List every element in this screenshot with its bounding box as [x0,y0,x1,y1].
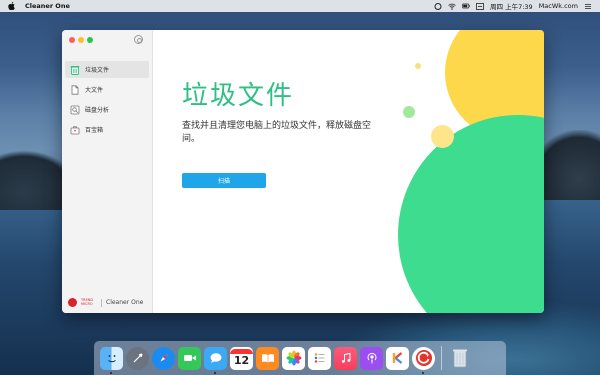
running-indicator [214,371,216,374]
facetime-icon[interactable] [178,346,201,370]
calendar-icon[interactable]: 12 [230,346,253,370]
running-indicator [110,371,112,374]
product-name: Cleaner One [106,299,144,306]
active-app-name[interactable]: Cleaner One [25,2,70,10]
sidebar-item-toolbox[interactable]: 百宝箱 [65,121,149,138]
sidebar-footer: TREND MICRO Cleaner One [68,298,143,307]
cleaner-one-window: 垃圾文件 大文件 磁盘分析 百宝箱 TREND MICRO Cleaner On… [62,30,544,313]
main-panel: 垃圾文件 查找并且清理您电脑上的垃圾文件，释放磁盘空间。 扫描 [153,30,544,313]
maximize-window-button[interactable] [87,37,93,43]
close-window-button[interactable] [69,37,75,43]
apple-menu-icon[interactable] [8,2,15,10]
photos-icon[interactable] [282,346,305,370]
trend-micro-logo-icon [68,298,77,307]
sidebar-item-label: 磁盘分析 [85,107,110,114]
dock: 12 [94,341,506,375]
footer-divider [101,298,102,307]
trash-icon [70,65,80,75]
trash-icon[interactable] [448,347,471,370]
music-icon[interactable] [334,346,357,370]
calendar-date: 12 [233,353,250,367]
sidebar-item-junk-files[interactable]: 垃圾文件 [65,61,149,78]
messages-icon[interactable] [204,346,227,374]
page-title: 垃圾文件 [182,81,295,111]
window-controls [69,37,93,43]
sidebar-item-label: 百宝箱 [85,127,104,134]
wifi-icon[interactable] [448,3,456,10]
reminders-icon[interactable] [308,346,331,370]
control-list-icon[interactable] [584,3,592,10]
sidebar-item-large-files[interactable]: 大文件 [65,81,149,98]
clock-text[interactable]: 周四 上午7:39 [490,1,533,11]
input-method-icon[interactable] [476,2,484,10]
dock-separator [441,346,442,370]
page-description: 查找并且清理您电脑上的垃圾文件，释放磁盘空间。 [182,121,372,144]
podcasts-icon[interactable] [360,346,383,370]
toolbox-icon [70,125,80,135]
sidebar-item-label: 大文件 [85,87,104,94]
finder-icon[interactable] [100,346,123,374]
battery-icon[interactable] [462,3,470,10]
books-icon[interactable] [256,346,279,370]
deco-green-circle [398,115,544,313]
deco-yellow-small [431,125,454,148]
deco-green-small [403,106,415,118]
trend-micro-wordmark: TREND MICRO [81,298,94,306]
safari-icon[interactable] [152,346,175,370]
running-indicator [422,371,424,374]
menu-bar-status-area: 周四 上午7:39 MacWk.com [434,1,592,11]
disk-analysis-icon [70,105,80,115]
minimize-window-button[interactable] [78,37,84,43]
menu-bar: Cleaner One 周四 上午7:39 MacWk.com [0,0,600,12]
sidebar-item-disk-analysis[interactable]: 磁盘分析 [65,101,149,118]
sidebar-item-label: 垃圾文件 [85,67,110,74]
sidebar-nav: 垃圾文件 大文件 磁盘分析 百宝箱 [65,61,149,141]
watermark-text: MacWk.com [538,2,578,10]
launchpad-icon[interactable] [126,346,149,370]
settings-icon[interactable] [134,35,143,44]
deco-yellow-dot [415,63,421,69]
sidebar: 垃圾文件 大文件 磁盘分析 百宝箱 TREND MICRO Cleaner On… [62,30,153,313]
cleaner-one-icon[interactable] [412,346,435,374]
scan-button[interactable]: 扫描 [182,173,266,188]
cleaner-status-icon[interactable] [434,2,442,10]
klokki-icon[interactable] [386,346,409,370]
file-icon [70,84,80,95]
